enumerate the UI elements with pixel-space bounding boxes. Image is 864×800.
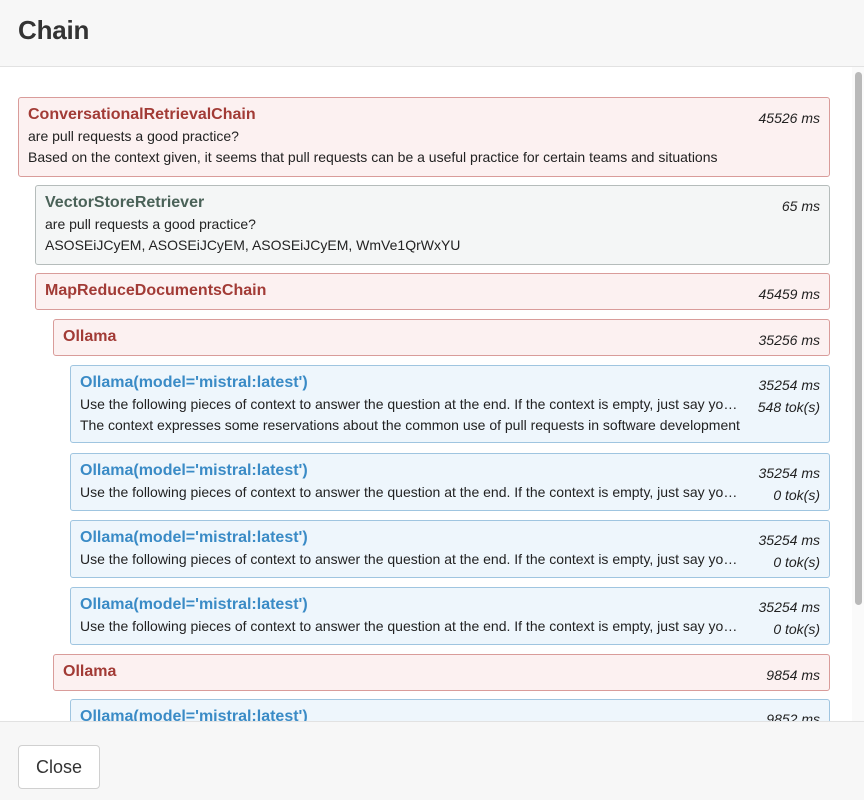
run-input: Use the following pieces of context to a…: [80, 551, 740, 567]
run-map-reduce-documents-chain[interactable]: MapReduceDocumentsChain 45459 ms: [35, 273, 830, 310]
run-name: Ollama(model='mistral:latest'): [80, 462, 308, 479]
run-token-count: 0 tok(s): [773, 554, 820, 570]
run-output: The context expresses some reservations …: [80, 417, 740, 433]
run-ollama-llm[interactable]: Ollama(model='mistral:latest') 35254 ms …: [70, 587, 830, 645]
dialog-title: Chain: [18, 15, 90, 45]
run-ollama-llm[interactable]: Ollama(model='mistral:latest') 35254 ms …: [70, 453, 830, 511]
run-token-count: 0 tok(s): [773, 621, 820, 637]
run-name: Ollama: [63, 663, 117, 680]
dialog-header: Chain: [0, 0, 864, 67]
dialog-footer: Close: [0, 721, 864, 800]
run-ollama-llm[interactable]: Ollama(model='mistral:latest') 35254 ms …: [70, 365, 830, 443]
run-duration: 35254 ms: [758, 465, 820, 481]
run-input: Use the following pieces of context to a…: [80, 618, 740, 634]
run-ollama-llm[interactable]: Ollama(model='mistral:latest') 9852 ms: [70, 699, 830, 721]
run-duration: 35256 ms: [758, 332, 820, 348]
run-vector-store-retriever[interactable]: VectorStoreRetriever 65 ms are pull requ…: [35, 185, 830, 265]
run-input: are pull requests a good practice?: [45, 216, 256, 232]
run-conversational-retrieval-chain[interactable]: ConversationalRetrievalChain 45526 ms ar…: [18, 97, 830, 177]
run-input: Use the following pieces of context to a…: [80, 396, 740, 412]
run-name: Ollama(model='mistral:latest'): [80, 529, 308, 546]
scrollbar-thumb[interactable]: [855, 72, 862, 605]
run-output: ASOSEiJCyEM, ASOSEiJCyEM, ASOSEiJCyEM, W…: [45, 237, 461, 253]
run-duration: 65 ms: [781, 198, 820, 214]
run-duration: 9854 ms: [766, 667, 820, 683]
vertical-scrollbar[interactable]: [852, 67, 864, 721]
run-name: MapReduceDocumentsChain: [45, 282, 267, 299]
run-duration: 45459 ms: [758, 286, 820, 302]
run-output: Based on the context given, it seems tha…: [28, 149, 718, 165]
run-duration: 35254 ms: [758, 599, 820, 615]
run-token-count: 0 tok(s): [773, 487, 820, 503]
run-name: ConversationalRetrievalChain: [28, 106, 256, 123]
run-duration: 45526 ms: [758, 110, 820, 126]
run-name: VectorStoreRetriever: [45, 194, 205, 211]
run-duration: 9852 ms: [766, 711, 820, 721]
run-name: Ollama(model='mistral:latest'): [80, 374, 308, 391]
run-ollama-llm[interactable]: Ollama(model='mistral:latest') 35254 ms …: [70, 520, 830, 578]
run-name: Ollama(model='mistral:latest'): [80, 596, 308, 613]
run-input: are pull requests a good practice?: [28, 128, 239, 144]
close-button[interactable]: Close: [18, 745, 100, 789]
run-input: Use the following pieces of context to a…: [80, 484, 740, 500]
run-token-count: 548 tok(s): [757, 399, 820, 415]
run-duration: 35254 ms: [758, 377, 820, 393]
run-duration: 35254 ms: [758, 532, 820, 548]
chain-trace-panel[interactable]: ConversationalRetrievalChain 45526 ms ar…: [0, 67, 864, 721]
run-name: Ollama: [63, 328, 117, 345]
run-name: Ollama(model='mistral:latest'): [80, 708, 308, 721]
run-ollama[interactable]: Ollama 9854 ms: [53, 654, 830, 691]
run-ollama[interactable]: Ollama 35256 ms: [53, 319, 830, 356]
